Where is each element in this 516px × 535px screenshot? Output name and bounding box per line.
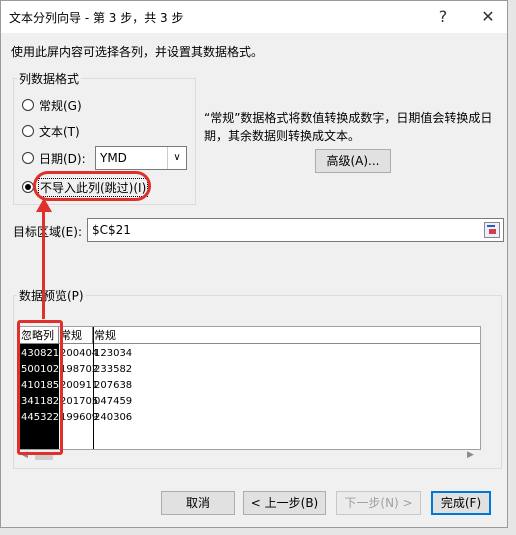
radio-general-label: 常规(G): [39, 99, 82, 113]
advanced-button[interactable]: 高级(A)...: [315, 149, 391, 173]
date-format-select[interactable]: YMD ∨: [95, 146, 187, 170]
column-header-1[interactable]: 常规: [59, 327, 93, 344]
date-format-value: YMD: [100, 151, 127, 165]
chevron-down-icon[interactable]: ∨: [167, 147, 186, 169]
cell-2-2: 207638: [94, 380, 133, 391]
instruction-text: 使用此屏内容可选择各列，并设置其数据格式。: [11, 45, 264, 59]
title-bar: 文本分列向导 - 第 3 步，共 3 步 ? ✕: [1, 1, 507, 33]
annotation-arrowhead: [36, 198, 52, 212]
data-preview-legend: 数据预览(P): [17, 287, 86, 304]
text-to-columns-dialog: 文本分列向导 - 第 3 步，共 3 步 ? ✕ 使用此屏内容可选择各列，并设置…: [0, 0, 508, 528]
format-description: “常规”数据格式将数值转换成数字，日期值会转换成日期，其余数据则转换成文本。: [204, 111, 493, 143]
close-icon[interactable]: ✕: [476, 5, 500, 29]
column-format-legend: 列数据格式: [17, 70, 82, 87]
column-header-2[interactable]: 常规: [93, 327, 480, 344]
radio-date[interactable]: [22, 152, 34, 164]
range-select-icon[interactable]: [484, 222, 500, 238]
radio-general[interactable]: [22, 99, 34, 111]
cell-0-2: 123034: [94, 348, 133, 359]
finish-button[interactable]: 完成(F): [431, 491, 491, 515]
cell-4-2: 240306: [94, 412, 133, 423]
radio-text[interactable]: [22, 125, 34, 137]
destination-input[interactable]: $C$21: [87, 218, 504, 242]
back-button[interactable]: < 上一步(B): [243, 491, 326, 515]
radio-text-label: 文本(T): [39, 125, 80, 139]
data-preview-grid[interactable]: 忽略列 常规 常规 430821 200404 123034 500102 19…: [19, 326, 481, 450]
horizontal-scrollbar[interactable]: ◀ ▶: [19, 450, 479, 462]
destination-label: 目标区域(E):: [13, 225, 82, 239]
radio-date-label: 日期(D):: [39, 152, 86, 166]
cell-1-2: 233582: [94, 364, 133, 375]
annotation-column-box: [17, 320, 63, 455]
cancel-button[interactable]: 取消: [161, 491, 235, 515]
help-icon[interactable]: ?: [431, 5, 455, 29]
window-title: 文本分列向导 - 第 3 步，共 3 步: [9, 11, 184, 25]
scroll-right-icon[interactable]: ▶: [467, 450, 474, 460]
annotation-ellipse: [33, 171, 151, 201]
destination-value: $C$21: [92, 223, 131, 237]
annotation-arrow-line: [42, 201, 45, 319]
cell-3-2: 047459: [94, 396, 133, 407]
next-button[interactable]: 下一步(N) >: [336, 491, 421, 515]
